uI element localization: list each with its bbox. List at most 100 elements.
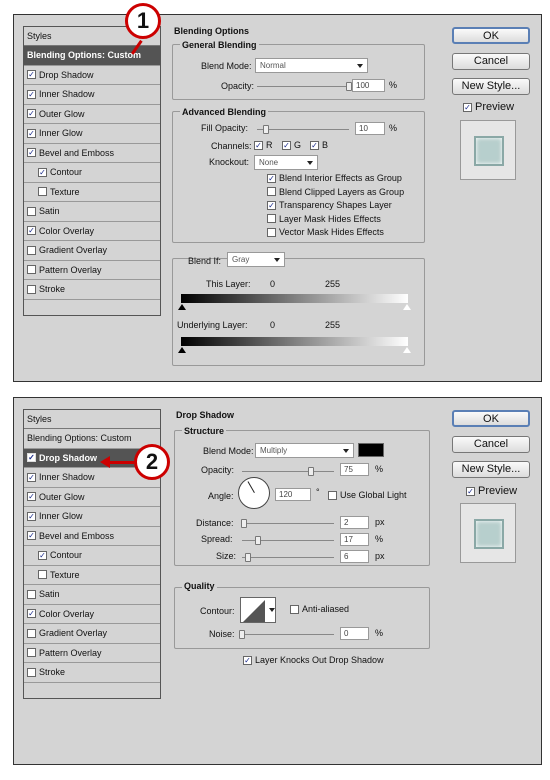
anti-aliased-checkbox[interactable]	[290, 604, 299, 614]
angle-input[interactable]: 120	[275, 488, 311, 501]
styles-item-satin[interactable]: Satin	[24, 585, 160, 605]
drop-shadow-checkbox[interactable]: ✓	[27, 70, 36, 80]
use-global-light-checkbox[interactable]	[328, 490, 337, 500]
advanced-option-checkbox[interactable]	[267, 214, 276, 223]
pattern-overlay-checkbox[interactable]	[27, 648, 36, 658]
styles-item-stroke[interactable]: Stroke	[24, 280, 160, 300]
underlying-layer-gradient[interactable]	[181, 337, 408, 346]
fill-opacity-input[interactable]: 10	[355, 122, 385, 135]
use-global-light[interactable]: Use Global Light	[328, 490, 407, 500]
outer-glow-checkbox[interactable]: ✓	[27, 492, 36, 502]
contour-picker[interactable]	[240, 597, 276, 623]
channel-g-checkbox[interactable]: ✓	[282, 140, 291, 150]
styles-item-contour[interactable]: ✓ Contour	[24, 546, 160, 566]
opacity-input[interactable]: 100	[352, 79, 385, 92]
styles-item-inner-glow[interactable]: ✓ Inner Glow	[24, 507, 160, 527]
preview-checkbox[interactable]: ✓	[466, 486, 475, 496]
color-overlay-checkbox[interactable]: ✓	[27, 609, 36, 619]
opacity-slider-thumb[interactable]	[308, 467, 314, 476]
advanced-option[interactable]: Vector Mask Hides Effects	[267, 227, 384, 237]
inner-shadow-checkbox[interactable]: ✓	[27, 89, 36, 99]
styles-item-inner-glow[interactable]: ✓ Inner Glow	[24, 124, 160, 144]
styles-item-pattern-overlay[interactable]: Pattern Overlay	[24, 260, 160, 280]
inner-glow-checkbox[interactable]: ✓	[27, 511, 36, 521]
contour-checkbox[interactable]: ✓	[38, 550, 47, 560]
underlying-layer-black-handle[interactable]	[178, 347, 186, 353]
styles-item-outer-glow[interactable]: ✓ Outer Glow	[24, 487, 160, 507]
styles-item-blending-options-custom[interactable]: Blending Options: Custom	[24, 429, 160, 449]
spread-slider-thumb[interactable]	[254, 536, 261, 545]
channel-b-checkbox[interactable]: ✓	[310, 140, 319, 150]
styles-header[interactable]: Styles	[24, 410, 160, 429]
ok-button[interactable]: OK	[452, 410, 530, 427]
layer-knocks-out[interactable]: ✓ Layer Knocks Out Drop Shadow	[243, 655, 384, 665]
this-layer-black-handle[interactable]	[178, 304, 186, 310]
inner-shadow-checkbox[interactable]: ✓	[27, 472, 36, 482]
styles-item-gradient-overlay[interactable]: Gradient Overlay	[24, 241, 160, 261]
bevel-and-emboss-checkbox[interactable]: ✓	[27, 148, 36, 158]
advanced-option-checkbox[interactable]: ✓	[267, 200, 276, 210]
opacity-slider[interactable]	[257, 86, 349, 87]
gradient-overlay-checkbox[interactable]	[27, 245, 36, 255]
styles-item-pattern-overlay[interactable]: Pattern Overlay	[24, 643, 160, 663]
advanced-option-checkbox[interactable]	[267, 227, 276, 237]
styles-item-drop-shadow[interactable]: ✓ Drop Shadow	[24, 65, 160, 85]
distance-input[interactable]: 2	[340, 516, 369, 529]
size-input[interactable]: 6	[340, 550, 369, 563]
channel-r[interactable]: ✓ R	[254, 140, 273, 150]
texture-checkbox[interactable]	[38, 187, 47, 197]
fill-opacity-slider-thumb[interactable]	[263, 125, 270, 134]
noise-input[interactable]: 0	[340, 627, 369, 640]
noise-slider-thumb[interactable]	[239, 630, 245, 639]
blend-mode-select[interactable]: Multiply	[255, 443, 354, 458]
opacity-input[interactable]: 75	[340, 463, 369, 476]
shadow-color-swatch[interactable]	[358, 443, 384, 457]
contour-checkbox[interactable]: ✓	[38, 167, 47, 177]
fill-opacity-slider[interactable]	[257, 129, 349, 130]
size-slider[interactable]	[242, 557, 334, 558]
distance-slider[interactable]	[242, 523, 334, 524]
distance-slider-thumb[interactable]	[240, 519, 247, 528]
styles-item-stroke[interactable]: Stroke	[24, 663, 160, 683]
styles-item-bevel-and-emboss[interactable]: ✓ Bevel and Emboss	[24, 526, 160, 546]
noise-slider[interactable]	[242, 634, 334, 635]
bevel-and-emboss-checkbox[interactable]: ✓	[27, 531, 36, 541]
layer-knocks-out-checkbox[interactable]: ✓	[243, 655, 252, 665]
styles-item-texture[interactable]: Texture	[24, 182, 160, 202]
spread-input[interactable]: 17	[340, 533, 369, 546]
styles-item-texture[interactable]: Texture	[24, 565, 160, 585]
styles-item-inner-shadow[interactable]: ✓ Inner Shadow	[24, 85, 160, 105]
gradient-overlay-checkbox[interactable]	[27, 628, 36, 638]
cancel-button[interactable]: Cancel	[452, 53, 530, 70]
styles-item-contour[interactable]: ✓ Contour	[24, 163, 160, 183]
inner-glow-checkbox[interactable]: ✓	[27, 128, 36, 138]
styles-item-gradient-overlay[interactable]: Gradient Overlay	[24, 624, 160, 644]
preview-toggle[interactable]: ✓ Preview	[466, 485, 517, 497]
outer-glow-checkbox[interactable]: ✓	[27, 109, 36, 119]
advanced-option-checkbox[interactable]: ✓	[267, 173, 276, 183]
satin-checkbox[interactable]	[27, 206, 36, 216]
channel-r-checkbox[interactable]: ✓	[254, 140, 263, 150]
advanced-option[interactable]: ✓ Transparency Shapes Layer	[267, 200, 392, 210]
underlying-layer-white-handle[interactable]	[403, 347, 411, 353]
channel-g[interactable]: ✓ G	[282, 140, 301, 150]
blend-mode-select[interactable]: Normal	[255, 58, 368, 73]
styles-item-color-overlay[interactable]: ✓ Color Overlay	[24, 604, 160, 624]
texture-checkbox[interactable]	[38, 570, 47, 580]
styles-item-outer-glow[interactable]: ✓ Outer Glow	[24, 104, 160, 124]
satin-checkbox[interactable]	[27, 589, 36, 599]
styles-item-satin[interactable]: Satin	[24, 202, 160, 222]
ok-button[interactable]: OK	[452, 27, 530, 44]
styles-item-color-overlay[interactable]: ✓ Color Overlay	[24, 221, 160, 241]
styles-item-blending-options-custom[interactable]: Blending Options: Custom	[24, 46, 160, 66]
opacity-slider[interactable]	[242, 471, 334, 472]
advanced-option-checkbox[interactable]	[267, 187, 276, 196]
this-layer-white-handle[interactable]	[403, 304, 411, 310]
cancel-button[interactable]: Cancel	[452, 436, 530, 453]
stroke-checkbox[interactable]	[27, 667, 36, 677]
angle-dial[interactable]	[238, 477, 270, 509]
blend-if-select[interactable]: Gray	[227, 252, 285, 267]
advanced-option[interactable]: ✓ Blend Interior Effects as Group	[267, 173, 402, 183]
channel-b[interactable]: ✓ B	[310, 140, 328, 150]
this-layer-gradient[interactable]	[181, 294, 408, 303]
